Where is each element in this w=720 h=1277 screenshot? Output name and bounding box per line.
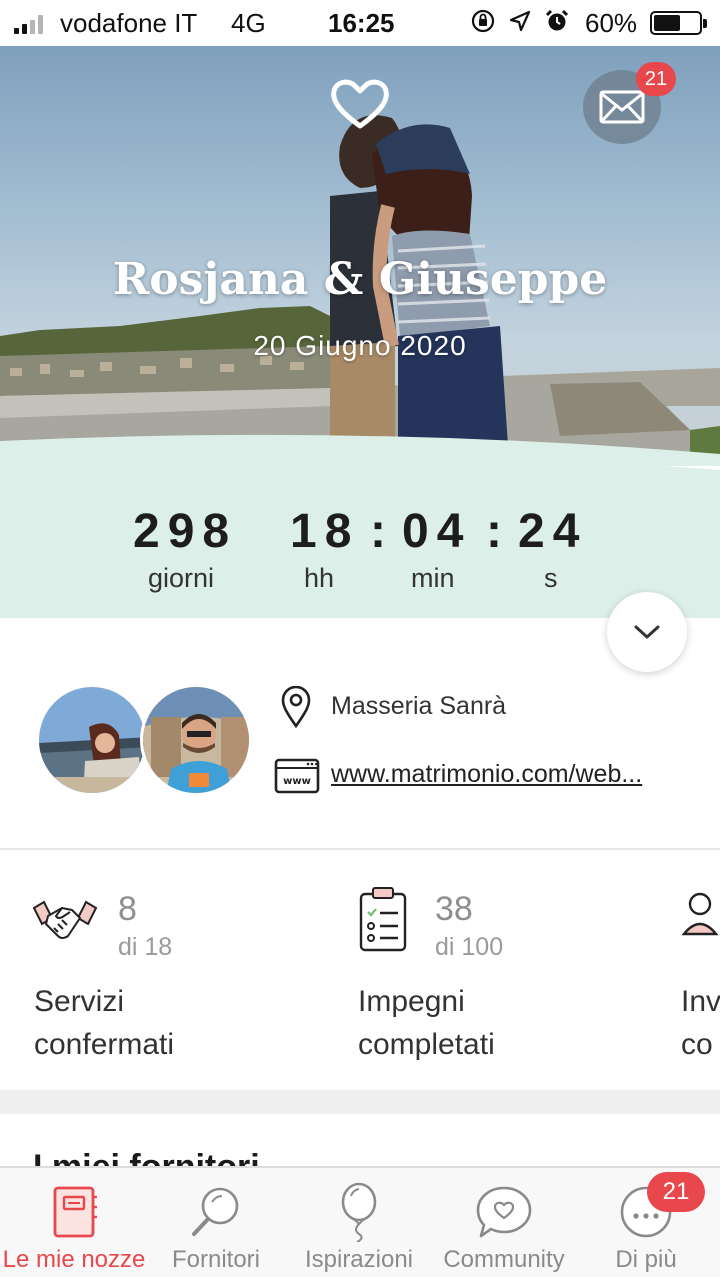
tab-label: Community	[443, 1246, 565, 1273]
wedding-website-link[interactable]: www.matrimonio.com/web...	[331, 760, 642, 789]
location-pin-icon	[281, 686, 311, 728]
countdown-minutes: 04	[402, 505, 472, 558]
services-confirmed-card[interactable]: Servizi confermati	[34, 980, 174, 1066]
tab-community[interactable]: Community	[434, 1168, 574, 1277]
more-badge: 21	[647, 1172, 705, 1212]
tasks-completed-card[interactable]: Impegni completati	[358, 980, 495, 1066]
clock: 16:25	[328, 8, 395, 38]
tab-fornitori[interactable]: Fornitori	[150, 1168, 282, 1277]
tasks-total: di 100	[435, 933, 504, 961]
checklist-icon	[359, 887, 407, 952]
wedding-date: 20 Giugno 2020	[253, 330, 467, 361]
tab-le-mie-nozze[interactable]: Le mie nozze	[0, 1168, 148, 1277]
network-type: 4G	[231, 8, 266, 38]
tasks-completed-count: 38	[435, 890, 473, 928]
envelope-icon	[599, 90, 645, 124]
countdown-seconds: 24	[518, 505, 588, 558]
tab-label: Di più	[615, 1246, 677, 1273]
heart-logo-icon	[331, 79, 389, 129]
signal-strength-icon	[14, 14, 43, 34]
location-arrow-icon	[509, 10, 531, 32]
rotation-lock-icon	[471, 9, 495, 33]
website-icon: www	[274, 758, 320, 794]
planner-book-icon	[53, 1186, 97, 1238]
stat-label-line: Impegni	[358, 985, 465, 1018]
stat-label-line: confermati	[34, 1028, 175, 1061]
countdown-separator: :	[486, 505, 502, 558]
countdown-days-label: giorni	[148, 563, 215, 593]
chevron-down-icon	[634, 625, 660, 639]
stat-label-line: completati	[358, 1028, 495, 1061]
tab-label: Ispirazioni	[304, 1246, 414, 1273]
section-separator	[0, 1090, 720, 1114]
balloon-icon	[341, 1182, 377, 1242]
stat-label-line: Inv	[681, 985, 720, 1018]
carrier-name: vodafone IT	[60, 8, 198, 38]
countdown-separator: :	[370, 505, 386, 558]
couple-name: Rosjana & Giuseppe	[112, 254, 608, 305]
status-bar: vodafone IT 4G 16:25 60%	[0, 0, 720, 46]
couple-photo-header: Rosjana & Giuseppe 20 Giugno 2020	[0, 46, 720, 466]
battery-percent: 60%	[585, 8, 638, 38]
bride-avatar[interactable]	[36, 684, 148, 796]
tab-label: Le mie nozze	[2, 1246, 146, 1273]
countdown-hours-label: hh	[304, 563, 335, 593]
guests-card[interactable]: Inv co	[681, 980, 720, 1066]
svg-text:www: www	[283, 776, 311, 787]
magnifier-icon	[192, 1187, 239, 1236]
countdown	[0, 420, 720, 618]
services-confirmed-count: 8	[118, 890, 137, 928]
messages-badge: 21	[636, 62, 676, 96]
chat-heart-icon	[476, 1186, 532, 1238]
tab-ispirazioni[interactable]: Ispirazioni	[296, 1168, 422, 1277]
alarm-icon	[545, 9, 569, 31]
countdown-seconds-label: s	[544, 563, 558, 593]
groom-avatar[interactable]	[140, 684, 252, 796]
tab-label: Fornitori	[171, 1246, 261, 1273]
expand-button[interactable]	[607, 592, 687, 672]
stat-label-line: Servizi	[34, 985, 125, 1018]
stat-label-line: co	[681, 1028, 713, 1061]
battery-icon	[650, 11, 707, 35]
bottom-tab-bar: Le mie nozze Fornitori Ispirazioni Commu…	[0, 1166, 720, 1277]
section-divider	[0, 848, 720, 850]
countdown-hours: 18	[290, 505, 360, 558]
guests-icon	[681, 892, 719, 936]
handshake-icon	[32, 900, 98, 939]
countdown-minutes-label: min	[411, 563, 455, 593]
countdown-days: 298	[133, 505, 238, 558]
services-total: di 18	[118, 933, 173, 961]
venue-name: Masseria Sanrà	[331, 692, 507, 720]
